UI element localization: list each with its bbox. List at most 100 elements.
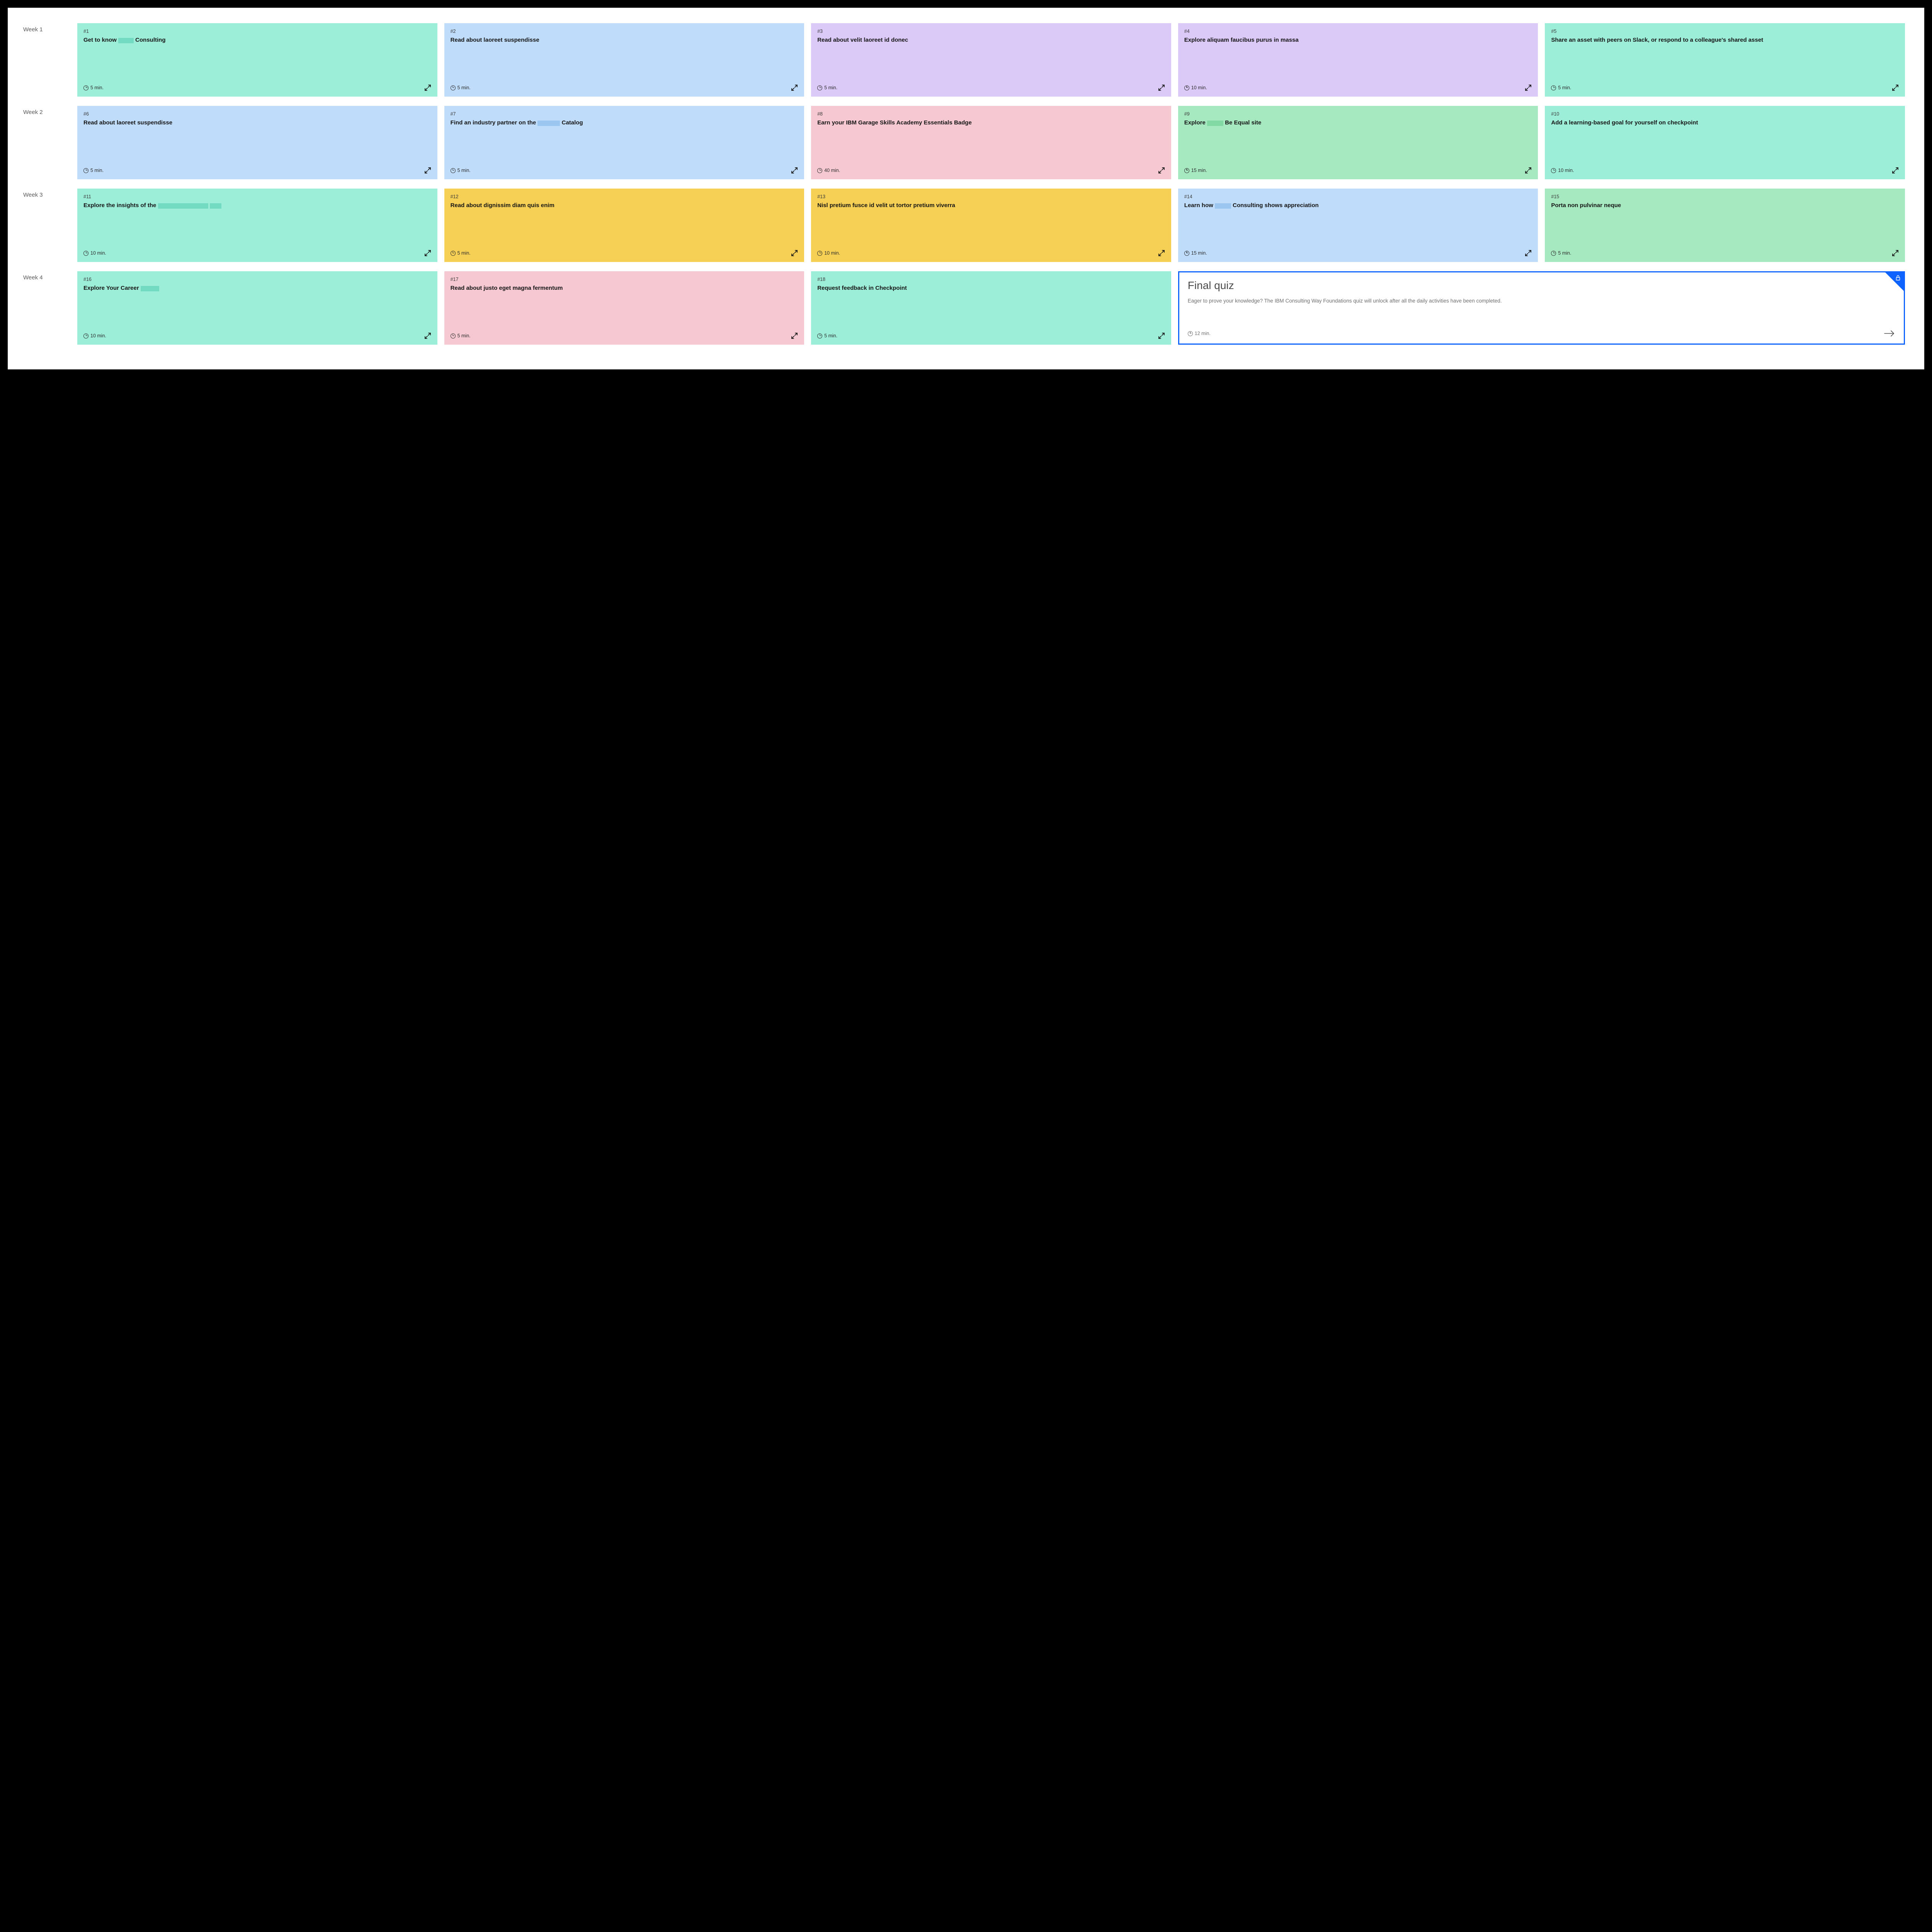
clock-icon: [83, 168, 88, 173]
quiz-footer: 12 min.: [1188, 330, 1895, 337]
activity-card[interactable]: #7Find an industry partner on the Catalo…: [444, 106, 804, 179]
card-number: #11: [83, 194, 431, 199]
card-duration: 15 min.: [1184, 168, 1207, 173]
clock-icon: [451, 333, 456, 338]
card-footer: 5 min.: [451, 332, 798, 339]
card-title: Share an asset with peers on Slack, or r…: [1551, 36, 1899, 84]
week-row: Week 3#11Explore the insights of the 10 …: [23, 189, 1905, 262]
clock-icon: [451, 85, 456, 90]
card-title: Read about laoreet suspendisse: [451, 36, 798, 84]
redacted-text: [1215, 203, 1231, 209]
activity-card[interactable]: #17Read about justo eget magna fermentum…: [444, 271, 804, 345]
card-footer: 5 min.: [83, 167, 431, 174]
redacted-text: [210, 203, 221, 209]
clock-icon: [1184, 251, 1189, 256]
card-title: Earn your IBM Garage Skills Academy Esse…: [817, 119, 1165, 167]
activity-card[interactable]: #13Nisl pretium fusce id velit ut tortor…: [811, 189, 1171, 262]
card-duration: 40 min.: [817, 168, 840, 173]
clock-icon: [1551, 168, 1556, 173]
clock-icon: [451, 168, 456, 173]
clock-icon: [817, 251, 822, 256]
card-number: #18: [817, 277, 1165, 282]
learning-plan-board: Week 1#1Get to know Consulting5 min.#2Re…: [8, 8, 1924, 369]
activity-card[interactable]: #16Explore Your Career 10 min.: [77, 271, 437, 345]
redacted-text: [141, 286, 159, 291]
card-duration: 5 min.: [451, 333, 471, 338]
card-title: Read about dignissim diam quis enim: [451, 202, 798, 250]
card-duration: 15 min.: [1184, 250, 1207, 256]
expand-icon: [1892, 250, 1899, 257]
activity-card[interactable]: #18 Request feedback in Checkpoint5 min.: [811, 271, 1171, 345]
card-number: #5: [1551, 29, 1899, 34]
card-number: #3: [817, 29, 1165, 34]
card-number: #16: [83, 277, 431, 282]
card-duration: 5 min.: [451, 168, 471, 173]
week-cards: #6Read about laoreet suspendisse5 min.#7…: [77, 106, 1905, 179]
clock-icon: [451, 251, 456, 256]
clock-icon: [817, 85, 822, 90]
week-cards: #1Get to know Consulting5 min.#2Read abo…: [77, 23, 1905, 97]
activity-card[interactable]: #10Add a learning-based goal for yoursel…: [1545, 106, 1905, 179]
activity-card[interactable]: #1Get to know Consulting5 min.: [77, 23, 437, 97]
clock-icon: [83, 333, 88, 338]
activity-card[interactable]: #9 Explore Be Equal site15 min.: [1178, 106, 1538, 179]
week-label: Week 1: [23, 23, 77, 33]
card-duration: 5 min.: [817, 333, 837, 338]
card-title: Read about justo eget magna fermentum: [451, 284, 798, 332]
activity-card[interactable]: #12Read about dignissim diam quis enim5 …: [444, 189, 804, 262]
card-number: #10: [1551, 111, 1899, 117]
redacted-text: [1207, 121, 1223, 126]
activity-card[interactable]: #15 Porta non pulvinar neque5 min.: [1545, 189, 1905, 262]
card-number: #6: [83, 111, 431, 117]
card-footer: 5 min.: [83, 84, 431, 91]
card-title: Explore Be Equal site: [1184, 119, 1532, 167]
expand-icon: [1158, 250, 1165, 257]
quiz-duration: 12 min.: [1188, 331, 1211, 336]
expand-icon: [1158, 84, 1165, 91]
activity-card[interactable]: #14Learn how Consulting shows appreciati…: [1178, 189, 1538, 262]
card-footer: 40 min.: [817, 167, 1165, 174]
clock-icon: [83, 251, 88, 256]
clock-icon: [817, 333, 822, 338]
activity-card[interactable]: #5 Share an asset with peers on Slack, or…: [1545, 23, 1905, 97]
week-row: Week 4#16Explore Your Career 10 min.#17R…: [23, 271, 1905, 345]
redacted-text: [118, 38, 134, 43]
card-footer: 5 min.: [451, 167, 798, 174]
card-footer: 5 min.: [451, 84, 798, 91]
activity-card[interactable]: #2Read about laoreet suspendisse5 min.: [444, 23, 804, 97]
card-title: Request feedback in Checkpoint: [817, 284, 1165, 332]
week-label: Week 3: [23, 189, 77, 198]
card-footer: 15 min.: [1184, 250, 1532, 257]
card-footer: 5 min.: [451, 250, 798, 257]
activity-card[interactable]: #6 Read about laoreet suspendisse5 min.: [77, 106, 437, 179]
card-duration: 5 min.: [1551, 250, 1571, 256]
quiz-title: Final quiz: [1188, 279, 1895, 292]
activity-card[interactable]: #3Read about velit laoreet id donec5 min…: [811, 23, 1171, 97]
card-footer: 10 min.: [83, 332, 431, 339]
card-title: Porta non pulvinar neque: [1551, 202, 1899, 250]
expand-icon: [424, 250, 431, 257]
card-footer: 5 min.: [1551, 84, 1899, 91]
card-number: #14: [1184, 194, 1532, 199]
lock-icon: [1895, 275, 1901, 283]
card-number: #13: [817, 194, 1165, 199]
card-number: #9: [1184, 111, 1532, 117]
card-number: #7: [451, 111, 798, 117]
clock-icon: [1184, 168, 1189, 173]
card-duration: 5 min.: [1551, 85, 1571, 90]
card-number: #4: [1184, 29, 1532, 34]
card-duration: 5 min.: [83, 168, 104, 173]
redacted-text: [537, 121, 560, 126]
activity-card[interactable]: #11Explore the insights of the 10 min.: [77, 189, 437, 262]
activity-card[interactable]: #4Explore aliquam faucibus purus in mass…: [1178, 23, 1538, 97]
card-number: #15: [1551, 194, 1899, 199]
expand-icon: [424, 84, 431, 91]
week-row: Week 1#1Get to know Consulting5 min.#2Re…: [23, 23, 1905, 97]
quiz-description: Eager to prove your knowledge? The IBM C…: [1188, 297, 1895, 330]
card-footer: 10 min.: [1551, 167, 1899, 174]
expand-icon: [1892, 84, 1899, 91]
card-duration: 5 min.: [83, 85, 104, 90]
final-quiz-card[interactable]: Final quiz Eager to prove your knowledge?…: [1178, 271, 1905, 345]
activity-card[interactable]: #8Earn your IBM Garage Skills Academy Es…: [811, 106, 1171, 179]
card-title: Read about laoreet suspendisse: [83, 119, 431, 167]
